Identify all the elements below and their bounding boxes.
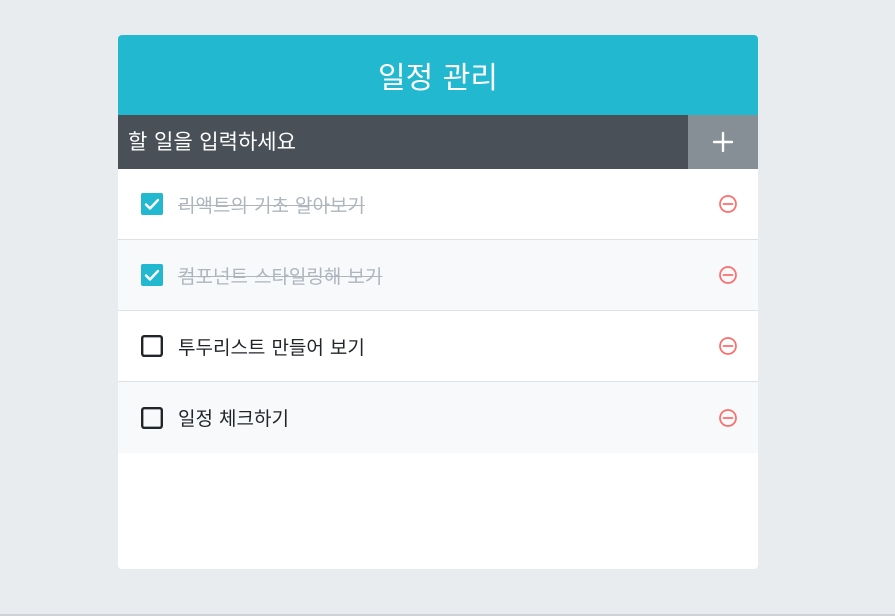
todo-item: 일정 체크하기 [118, 382, 758, 453]
remove-circle-icon[interactable] [716, 334, 740, 358]
todo-text: 일정 체크하기 [178, 408, 289, 430]
add-todo-button[interactable] [688, 115, 758, 169]
todo-list: 리액트의 기초 알아보기 컴포넌트 스타일링해 보기 투두리스트 만들어 보기 … [118, 169, 758, 453]
checkbox-unchecked-icon [140, 334, 164, 358]
plus-icon [712, 131, 734, 153]
todo-text: 컴포넌트 스타일링해 보기 [178, 265, 383, 288]
todo-checkbox[interactable]: 리액트의 기초 알아보기 [140, 191, 716, 218]
todo-checkbox[interactable]: 일정 체크하기 [140, 404, 716, 431]
remove-circle-icon[interactable] [716, 192, 740, 216]
remove-circle-icon[interactable] [716, 263, 740, 287]
checkbox-checked-icon [140, 192, 164, 216]
checkbox-unchecked-icon [140, 406, 164, 430]
app-title: 일정 관리 [118, 35, 758, 115]
todo-checkbox[interactable]: 컴포넌트 스타일링해 보기 [140, 262, 716, 289]
todo-item: 컴포넌트 스타일링해 보기 [118, 240, 758, 311]
checkbox-checked-icon [140, 263, 164, 287]
todo-template: 일정 관리 리액트의 기초 알아보기 [118, 35, 758, 569]
todo-item: 투두리스트 만들어 보기 [118, 311, 758, 382]
todo-text: 리액트의 기초 알아보기 [178, 194, 365, 217]
todo-input[interactable] [118, 115, 688, 169]
todo-item: 리액트의 기초 알아보기 [118, 169, 758, 240]
todo-text: 투두리스트 만들어 보기 [178, 336, 365, 359]
todo-checkbox[interactable]: 투두리스트 만들어 보기 [140, 333, 716, 360]
remove-circle-icon[interactable] [716, 406, 740, 430]
insert-form [118, 115, 758, 169]
